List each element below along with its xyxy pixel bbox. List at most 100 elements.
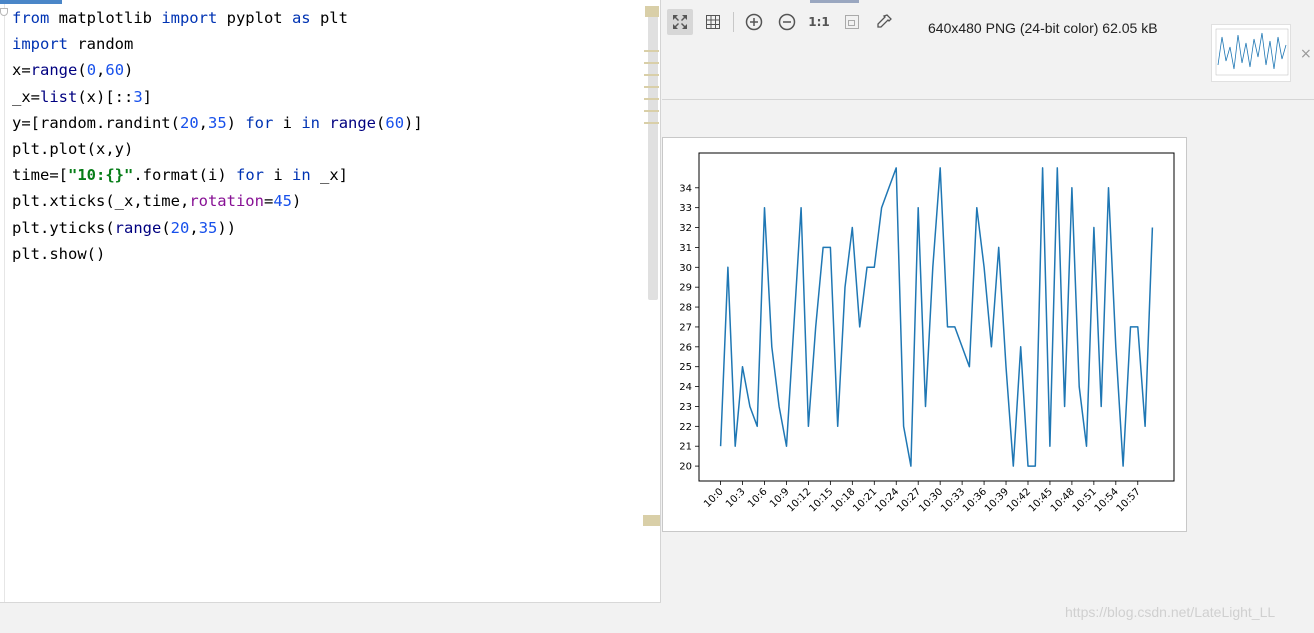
code-token: random bbox=[68, 35, 134, 54]
y-tick-label: 26 bbox=[679, 342, 692, 353]
code-token: rotation bbox=[189, 192, 264, 211]
image-info-label: 640x480 PNG (24-bit color) 62.05 kB bbox=[928, 20, 1158, 36]
code-token: 0 bbox=[86, 61, 97, 80]
code-line[interactable]: _x=list(x)[::3] bbox=[12, 84, 423, 110]
code-token: = bbox=[263, 192, 274, 211]
x-tick-label: 10:45 bbox=[1027, 486, 1055, 514]
stripe-bottom-marker[interactable] bbox=[643, 515, 660, 526]
code-token: import bbox=[161, 9, 218, 27]
code-token: from bbox=[12, 9, 50, 27]
code-token: 35 bbox=[208, 113, 227, 132]
fit-image-icon[interactable] bbox=[839, 9, 865, 35]
inspection-status-marker[interactable] bbox=[645, 6, 659, 17]
code-line[interactable]: plt.show() bbox=[12, 241, 423, 267]
code-token: )) bbox=[217, 218, 237, 237]
code-token: plt.yticks( bbox=[12, 218, 115, 237]
x-tick-label: 10:48 bbox=[1049, 486, 1077, 514]
code-token: for bbox=[245, 113, 274, 132]
code-line[interactable]: from matplotlib import pyplot as plt bbox=[12, 5, 423, 31]
code-token: _x] bbox=[310, 166, 348, 185]
x-tick-label: 10:15 bbox=[807, 486, 835, 514]
x-tick-label: 10:36 bbox=[961, 486, 989, 514]
x-tick-label: 10:3 bbox=[724, 486, 748, 510]
code-token: y=[random.randint( bbox=[12, 113, 180, 132]
error-stripe-mark[interactable] bbox=[644, 110, 659, 112]
x-tick-label: 10:33 bbox=[939, 486, 967, 514]
code-line[interactable]: plt.xticks(_x,time,rotation=45) bbox=[12, 188, 423, 214]
code-token: x= bbox=[12, 61, 31, 80]
code-line[interactable]: time=["10:{}".format(i) for i in _x] bbox=[12, 162, 423, 188]
close-thumbnail-icon[interactable]: × bbox=[1300, 46, 1312, 62]
code-token: _x= bbox=[12, 87, 40, 106]
error-stripe-mark[interactable] bbox=[644, 98, 659, 100]
code-line[interactable]: y=[random.randint(20,35) for i in range(… bbox=[12, 110, 423, 136]
code-token: range bbox=[329, 113, 377, 132]
fit-to-window-icon[interactable] bbox=[667, 9, 693, 35]
code-content[interactable]: from matplotlib import pyplot as plt impo… bbox=[12, 5, 423, 267]
y-tick-label: 23 bbox=[679, 402, 692, 413]
eyedropper-icon[interactable] bbox=[871, 9, 897, 35]
zoom-out-icon[interactable] bbox=[774, 9, 800, 35]
y-tick-label: 29 bbox=[679, 283, 692, 294]
fold-marker-icon[interactable] bbox=[0, 8, 8, 16]
viewer-tab-indicator bbox=[810, 0, 859, 3]
code-token: 3 bbox=[133, 87, 143, 106]
code-token: range bbox=[114, 218, 162, 237]
y-tick-label: 30 bbox=[679, 263, 692, 274]
error-stripe-mark[interactable] bbox=[644, 62, 659, 64]
code-line[interactable]: plt.yticks(range(20,35)) bbox=[12, 215, 423, 241]
zoom-in-icon[interactable] bbox=[741, 9, 767, 35]
code-token: plt bbox=[310, 9, 348, 27]
code-token: 20 bbox=[170, 218, 190, 237]
code-token: 45 bbox=[273, 192, 292, 211]
x-tick-label: 10:42 bbox=[1005, 486, 1033, 514]
code-token: i bbox=[273, 113, 302, 132]
x-tick-label: 10:54 bbox=[1093, 486, 1121, 514]
code-token: matplotlib bbox=[49, 9, 162, 27]
code-token: "10:{}" bbox=[68, 166, 134, 185]
x-tick-label: 10:30 bbox=[917, 486, 945, 514]
toolbar-separator bbox=[733, 12, 734, 32]
code-token: time=[ bbox=[12, 166, 68, 185]
x-tick-label: 10:27 bbox=[895, 486, 923, 514]
code-token: ( bbox=[161, 218, 171, 237]
y-tick-label: 31 bbox=[679, 243, 692, 254]
image-viewer: 1:1 640x480 PNG (24-bit color) 62.05 kB … bbox=[662, 0, 1314, 633]
code-line[interactable]: x=range(0,60) bbox=[12, 57, 423, 83]
code-token: ) bbox=[291, 192, 302, 211]
error-stripe-mark[interactable] bbox=[644, 86, 659, 88]
y-tick-label: 22 bbox=[679, 422, 692, 433]
x-tick-label: 10:18 bbox=[829, 486, 857, 514]
y-tick-label: 20 bbox=[679, 462, 692, 473]
code-token: ] bbox=[142, 87, 153, 106]
code-token: )] bbox=[404, 113, 423, 132]
code-token: range bbox=[30, 61, 78, 80]
code-token: in bbox=[301, 113, 321, 132]
code-token: 20 bbox=[179, 113, 199, 132]
code-token: for bbox=[235, 166, 264, 185]
x-tick-label: 10:51 bbox=[1071, 486, 1099, 514]
error-stripe-mark[interactable] bbox=[644, 74, 659, 76]
image-thumbnail[interactable] bbox=[1211, 24, 1291, 82]
error-stripe-mark[interactable] bbox=[644, 122, 659, 124]
code-token: plt.xticks(_x,time, bbox=[12, 192, 190, 211]
x-tick-label: 10:21 bbox=[851, 486, 879, 514]
code-token: i bbox=[263, 166, 292, 185]
code-token: , bbox=[198, 113, 208, 132]
code-line[interactable]: plt.plot(x,y) bbox=[12, 136, 423, 162]
y-tick-label: 32 bbox=[679, 223, 692, 234]
code-editor[interactable]: from matplotlib import pyplot as plt impo… bbox=[0, 0, 661, 633]
code-line[interactable]: import random bbox=[12, 31, 423, 57]
actual-size-button[interactable]: 1:1 bbox=[806, 9, 832, 35]
code-token: plt.show() bbox=[12, 244, 106, 263]
image-viewer-toolbar: 1:1 640x480 PNG (24-bit color) 62.05 kB bbox=[662, 6, 1207, 38]
grid-icon[interactable] bbox=[700, 9, 726, 35]
editor-scrollbar-thumb[interactable] bbox=[648, 10, 658, 300]
y-tick-label: 33 bbox=[679, 203, 692, 214]
x-tick-label: 10:6 bbox=[746, 486, 770, 510]
code-token: import bbox=[12, 35, 68, 54]
error-stripe-mark[interactable] bbox=[644, 50, 659, 52]
code-token: (x)[:: bbox=[77, 87, 134, 106]
code-token: ) bbox=[124, 61, 134, 80]
